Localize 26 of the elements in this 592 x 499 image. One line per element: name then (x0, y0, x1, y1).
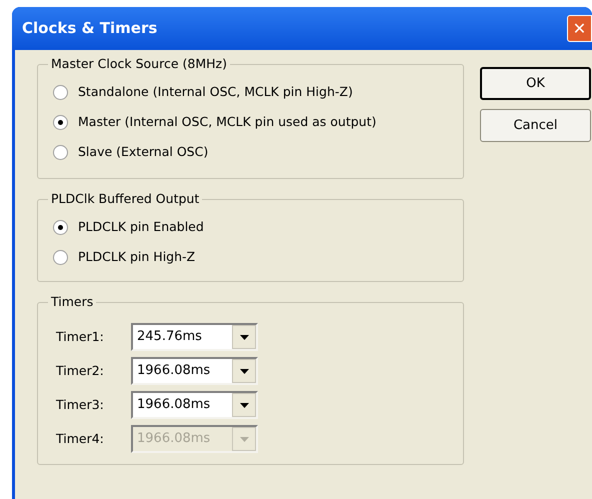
caret-icon[interactable] (232, 393, 256, 417)
caret-icon[interactable] (232, 359, 256, 383)
radio-label[interactable]: Slave (External OSC) (78, 142, 208, 162)
group-title: PLDClk Buffered Output (48, 191, 202, 207)
radio-button[interactable] (53, 144, 68, 160)
dialog-button[interactable]: Cancel (480, 109, 591, 142)
timer-dropdown[interactable]: 245.76ms (131, 323, 258, 351)
close-button[interactable]: ✕ (567, 15, 592, 42)
radio-label[interactable]: Master (Internal OSC, MCLK pin used as output) (78, 112, 376, 132)
window-title: Clocks & Timers (22, 18, 158, 40)
radio-button[interactable] (53, 220, 68, 234)
group-title: Master Clock Source (8MHz) (48, 56, 230, 72)
timer-dropdown[interactable]: 1966.08ms (131, 357, 258, 385)
radio-label[interactable]: PLDCLK pin Enabled (78, 218, 204, 236)
timer-label: Timer4: (55, 430, 105, 448)
radio-label[interactable]: Standalone (Internal OSC, MCLK pin High-Z) (78, 82, 353, 102)
dialog-button[interactable]: OK (480, 67, 591, 100)
radio-button[interactable] (53, 114, 68, 130)
radio-label[interactable]: PLDCLK pin High-Z (78, 248, 196, 266)
timer-dropdown[interactable]: 1966.08ms (131, 391, 258, 419)
timer-label: Timer2: (55, 362, 105, 380)
radio-button[interactable] (53, 250, 68, 264)
caret-icon[interactable] (232, 325, 256, 349)
timer-label: Timer1: (55, 328, 105, 346)
timer-label: Timer3: (55, 396, 105, 414)
radio-button[interactable] (53, 84, 68, 100)
